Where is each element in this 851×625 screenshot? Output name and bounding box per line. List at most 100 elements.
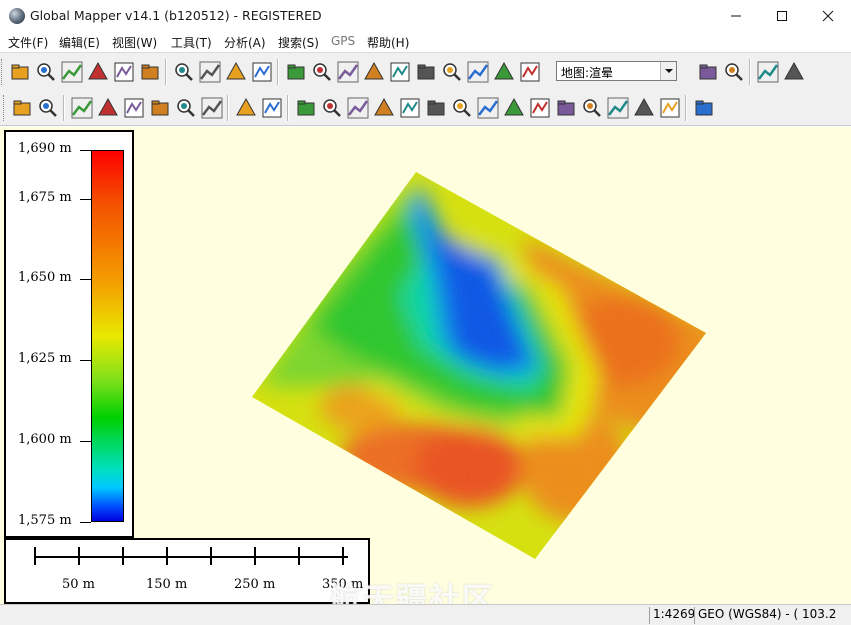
3d-code-button[interactable] bbox=[147, 95, 173, 121]
path-profile-icon bbox=[390, 62, 410, 82]
grid-layer-button[interactable] bbox=[199, 95, 225, 121]
combine-terrain-button[interactable] bbox=[173, 95, 199, 121]
toolbar-grip[interactable] bbox=[1, 59, 4, 85]
view-shed-icon bbox=[417, 64, 435, 80]
node-tool-icon bbox=[695, 100, 713, 116]
buffer-button[interactable] bbox=[423, 95, 449, 121]
flag-icon bbox=[725, 63, 743, 81]
reshape-button[interactable] bbox=[397, 95, 423, 121]
zoom-rect-icon bbox=[226, 61, 246, 80]
edit-area-button[interactable] bbox=[319, 95, 345, 121]
area-cut-button[interactable] bbox=[579, 95, 605, 121]
split-line-icon bbox=[347, 97, 369, 119]
create-area-button[interactable] bbox=[9, 95, 35, 121]
toolbar-grip[interactable] bbox=[3, 95, 6, 121]
move-vertex-button[interactable] bbox=[259, 95, 285, 121]
sunshade-button[interactable] bbox=[517, 59, 543, 85]
open-folder-button[interactable] bbox=[7, 59, 33, 85]
rotate-feature-button[interactable] bbox=[449, 95, 475, 121]
digitizer-icon bbox=[443, 63, 461, 81]
merge-features-button[interactable] bbox=[553, 95, 579, 121]
create-line-button[interactable] bbox=[35, 95, 61, 121]
split-line-button[interactable] bbox=[345, 95, 371, 121]
pan-hand-button[interactable] bbox=[309, 59, 335, 85]
zoom-tool-button[interactable] bbox=[283, 59, 309, 85]
legend-label: 1,690 m bbox=[18, 141, 72, 156]
menu-search[interactable]: 搜索(S) bbox=[278, 34, 319, 51]
watershed-button[interactable] bbox=[95, 95, 121, 121]
grid-cells-button[interactable] bbox=[527, 95, 553, 121]
status-coordinates: GEO (WGS84) - ( 103.2 bbox=[694, 607, 851, 624]
legend-tick bbox=[80, 360, 91, 362]
layout-icon bbox=[757, 61, 779, 83]
crop-area-button[interactable] bbox=[501, 95, 527, 121]
feature-info-button[interactable] bbox=[361, 59, 387, 85]
scale-label-150: 150 m bbox=[146, 577, 188, 592]
path-profile-button[interactable] bbox=[387, 59, 413, 85]
legend-tick bbox=[80, 279, 91, 281]
scale-tick bbox=[166, 547, 168, 565]
zoom-in-button[interactable] bbox=[171, 59, 197, 85]
elevation-query-icon bbox=[467, 61, 489, 83]
grid-button[interactable] bbox=[781, 59, 807, 85]
dropdown-arrow-button[interactable] bbox=[660, 62, 676, 80]
layout-button[interactable] bbox=[755, 59, 781, 85]
minimize-icon bbox=[731, 15, 741, 17]
area-union-button[interactable] bbox=[605, 95, 631, 121]
map-style-select[interactable]: 地图:渲晕 bbox=[556, 61, 677, 81]
home-full-view-icon bbox=[252, 62, 272, 82]
elevation-query-button[interactable] bbox=[465, 59, 491, 85]
window-title: Global Mapper v14.1 (b120512) - REGISTER… bbox=[30, 8, 322, 23]
toolbar-separator bbox=[749, 59, 751, 85]
join-line-icon bbox=[374, 97, 394, 116]
node-tool-button[interactable] bbox=[691, 95, 717, 121]
scale-tick bbox=[78, 547, 80, 565]
globe-button[interactable] bbox=[59, 59, 85, 85]
path-edit-button[interactable] bbox=[657, 95, 683, 121]
scale-tick bbox=[298, 547, 300, 565]
create-contour-button[interactable] bbox=[69, 95, 95, 121]
flag-button[interactable] bbox=[721, 59, 747, 85]
chevron-down-icon bbox=[665, 69, 673, 73]
move-vertex-icon bbox=[262, 98, 282, 118]
menu-help[interactable]: 帮助(H) bbox=[367, 34, 409, 51]
config-tools-button[interactable] bbox=[137, 59, 163, 85]
zoom-out-icon bbox=[199, 61, 221, 83]
watermark-text: 航天疆社区 bbox=[330, 582, 495, 604]
layer-control-icon bbox=[88, 61, 108, 80]
close-button[interactable] bbox=[805, 0, 851, 32]
grid-layer-icon bbox=[201, 97, 223, 119]
menu-view[interactable]: 视图(W) bbox=[112, 34, 157, 51]
maximize-button[interactable] bbox=[759, 0, 805, 32]
3d-view-button[interactable] bbox=[695, 59, 721, 85]
area-fill-button[interactable] bbox=[631, 95, 657, 121]
toolbar-separator bbox=[277, 59, 279, 85]
combine-areas-button[interactable] bbox=[475, 95, 501, 121]
legend-tick bbox=[80, 522, 91, 523]
view-shed-button[interactable] bbox=[413, 59, 439, 85]
edit-line-button[interactable] bbox=[293, 95, 319, 121]
legend-label: 1,600 m bbox=[18, 432, 72, 448]
vertex-button[interactable] bbox=[233, 95, 259, 121]
menu-tools[interactable]: 工具(T) bbox=[171, 34, 212, 51]
menu-file[interactable]: 文件(F) bbox=[8, 34, 48, 51]
join-line-button[interactable] bbox=[371, 95, 397, 121]
3d-code-icon bbox=[151, 100, 169, 116]
create-elev-grid-icon bbox=[124, 98, 144, 118]
menu-gps[interactable]: GPS bbox=[331, 34, 355, 48]
menu-edit[interactable]: 编辑(E) bbox=[59, 34, 100, 51]
create-elev-grid-button[interactable] bbox=[121, 95, 147, 121]
minimize-button[interactable] bbox=[713, 0, 759, 32]
menu-analysis[interactable]: 分析(A) bbox=[224, 34, 266, 51]
home-full-view-button[interactable] bbox=[249, 59, 275, 85]
layer-control-button[interactable] bbox=[85, 59, 111, 85]
elevation-legend: 1,690 m 1,675 m 1,650 m 1,625 m 1,600 m 1,575… bbox=[4, 130, 134, 538]
measure-tool-button[interactable] bbox=[335, 59, 361, 85]
zoom-out-button[interactable] bbox=[197, 59, 223, 85]
save-disk-button[interactable] bbox=[33, 59, 59, 85]
tunnel-button[interactable] bbox=[491, 59, 517, 85]
export-button[interactable] bbox=[111, 59, 137, 85]
zoom-rect-button[interactable] bbox=[223, 59, 249, 85]
digitizer-button[interactable] bbox=[439, 59, 465, 85]
map-view[interactable]: 1,690 m 1,675 m 1,650 m 1,625 m 1,600 m 1,575… bbox=[0, 127, 851, 604]
